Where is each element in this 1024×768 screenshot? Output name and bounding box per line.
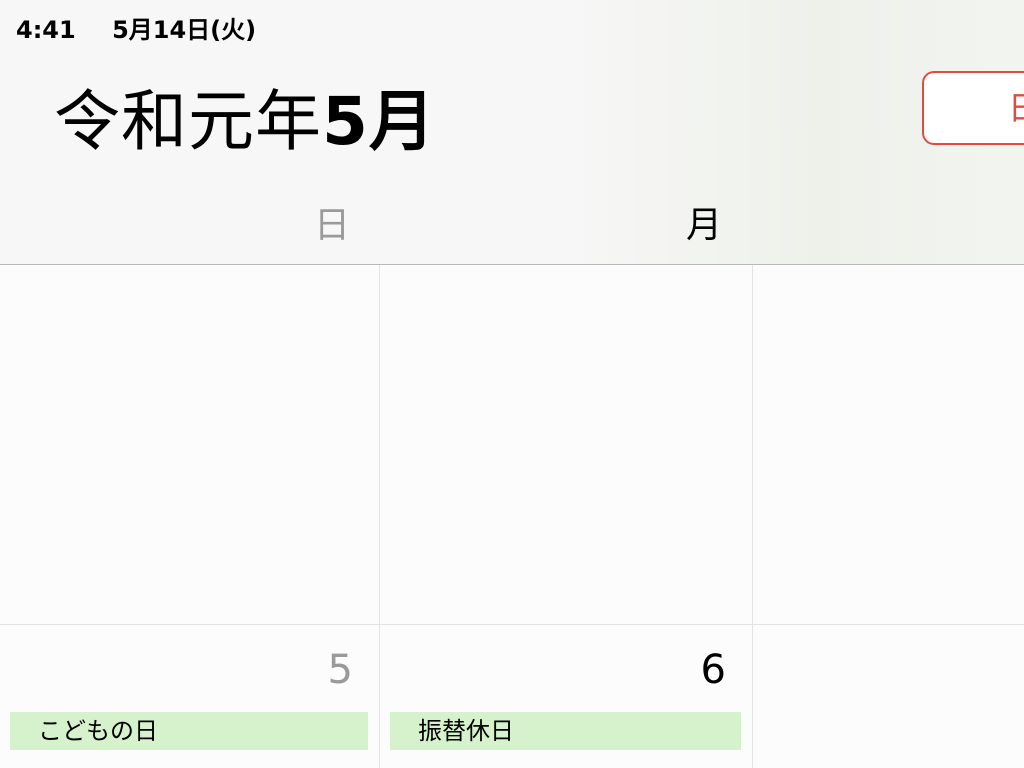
month-grid: 5 こどもの日 6 振替休日	[0, 265, 1024, 768]
day-cell-6[interactable]: 6 振替休日	[380, 625, 753, 768]
title-era: 令和元年	[54, 83, 322, 160]
weekday-sunday: 日	[313, 205, 350, 246]
status-date: 5月14日(火)	[112, 16, 257, 44]
event-furikae-kyujitsu[interactable]: 振替休日	[390, 712, 741, 750]
day-cell-empty[interactable]	[380, 265, 753, 625]
title-month: 5月	[322, 83, 436, 160]
weekday-monday: 月	[685, 205, 722, 246]
day-cell-7[interactable]	[753, 625, 1024, 768]
today-button[interactable]: 日	[922, 71, 1024, 145]
status-bar: 4:41 5月14日(火)	[16, 10, 256, 45]
page-title: 令和元年5月	[54, 68, 436, 164]
day-cell-empty[interactable]	[0, 265, 380, 625]
day-number: 5	[327, 647, 353, 693]
event-kodomo-no-hi[interactable]: こどもの日	[10, 712, 368, 750]
status-time: 4:41	[16, 16, 76, 44]
day-cell-empty[interactable]	[753, 265, 1024, 625]
today-button-label: 日	[1008, 89, 1024, 127]
calendar-header: 4:41 5月14日(火) 令和元年5月 日 日 月	[0, 0, 1024, 265]
day-cell-5[interactable]: 5 こどもの日	[0, 625, 380, 768]
day-number: 6	[700, 647, 726, 693]
